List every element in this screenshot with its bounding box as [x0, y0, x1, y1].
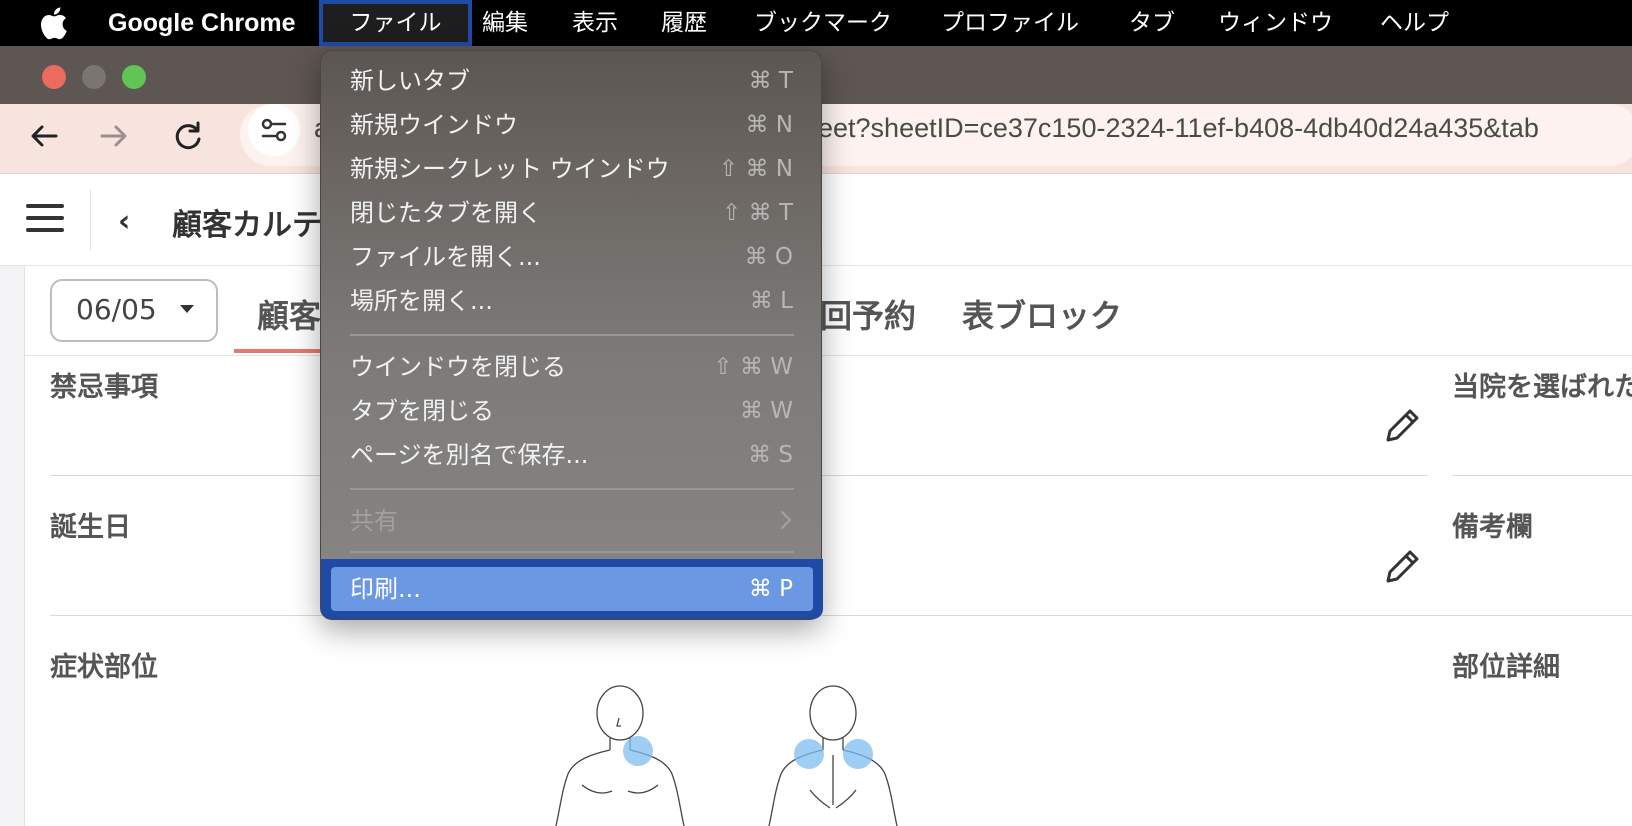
- menu-item-reopen-closed-tab[interactable]: 閉じたタブを開く ⇧ ⌘ T: [321, 194, 823, 234]
- symptom-marker[interactable]: [623, 736, 653, 766]
- body-front-figure: [555, 685, 685, 826]
- date-select[interactable]: 06/05: [50, 279, 218, 342]
- menu-item-close-window[interactable]: ウインドウを閉じる ⇧ ⌘ W: [321, 348, 823, 388]
- edit-pencil-icon[interactable]: [1382, 404, 1424, 446]
- tabs-divider: [25, 355, 1632, 356]
- menu-item-share: 共有: [321, 502, 823, 542]
- field-label-symptom-area: 症状部位: [50, 652, 158, 683]
- row-divider: [50, 615, 1632, 616]
- menu-edit[interactable]: 編集: [482, 6, 528, 40]
- back-chevron-icon[interactable]: ‹: [118, 204, 130, 239]
- menu-separator: [350, 551, 794, 553]
- page-title: 顧客カルテ: [172, 208, 322, 243]
- menu-item-new-tab[interactable]: 新しいタブ ⌘ T: [321, 62, 823, 102]
- forward-arrow-icon[interactable]: [96, 118, 132, 154]
- tab-table-block[interactable]: 表ブロック: [962, 291, 1122, 337]
- submenu-chevron-icon: [780, 510, 792, 530]
- menu-item-print-highlight: 印刷... ⌘ P: [321, 559, 823, 619]
- url-text[interactable]: eet?sheetID=ce37c150-2324-11ef-b408-4db4…: [818, 110, 1539, 146]
- menu-bookmarks[interactable]: ブックマーク: [754, 6, 892, 40]
- hamburger-menu-icon[interactable]: [26, 202, 64, 234]
- tab-customer[interactable]: 顧客: [257, 291, 321, 337]
- symptom-marker[interactable]: [843, 739, 873, 769]
- active-tab-indicator: [234, 349, 324, 353]
- edit-pencil-icon[interactable]: [1382, 545, 1424, 587]
- caret-down-icon: [180, 305, 194, 313]
- menu-view[interactable]: 表示: [572, 6, 618, 40]
- body-diagram[interactable]: [540, 685, 920, 826]
- menu-window[interactable]: ウィンドウ: [1218, 6, 1333, 40]
- tune-icon: [261, 118, 287, 142]
- reload-icon[interactable]: [170, 118, 206, 154]
- site-settings-button[interactable]: [248, 104, 300, 156]
- field-label-remarks: 備考欄: [1452, 512, 1533, 543]
- apple-logo-icon[interactable]: [38, 6, 68, 40]
- menu-item-new-incognito-window[interactable]: 新規シークレット ウインドウ ⇧ ⌘ N: [321, 150, 823, 190]
- date-select-value: 06/05: [76, 293, 157, 326]
- minimize-window-button[interactable]: [82, 65, 106, 89]
- tab-next-reservation[interactable]: 回予約: [820, 291, 916, 337]
- file-dropdown-menu: 新しいタブ ⌘ T 新規ウインドウ ⌘ N 新規シークレット ウインドウ ⇧ ⌘…: [320, 50, 823, 620]
- menu-history[interactable]: 履歴: [661, 6, 707, 40]
- menu-help[interactable]: ヘルプ: [1380, 6, 1449, 40]
- field-label-contraindications: 禁忌事項: [50, 372, 158, 403]
- app-name-menu[interactable]: Google Chrome: [108, 7, 296, 39]
- menu-item-open-location[interactable]: 場所を開く... ⌘ L: [321, 282, 823, 322]
- close-window-button[interactable]: [42, 65, 66, 89]
- macos-menu-bar: Google Chrome ファイル 編集 表示 履歴 ブックマーク プロファイ…: [0, 0, 1632, 46]
- menu-item-save-page-as[interactable]: ページを別名で保存... ⌘ S: [321, 436, 823, 476]
- menu-item-print[interactable]: 印刷... ⌘ P: [331, 567, 813, 611]
- menu-item-close-tab[interactable]: タブを閉じる ⌘ W: [321, 392, 823, 432]
- left-rail: [0, 266, 25, 826]
- row-divider: [1452, 475, 1632, 476]
- back-arrow-icon[interactable]: [26, 118, 62, 154]
- menu-file[interactable]: ファイル: [319, 0, 472, 46]
- menu-separator: [350, 334, 794, 336]
- menu-separator: [350, 488, 794, 490]
- field-label-reason-chosen: 当院を選ばれた: [1452, 372, 1632, 403]
- field-label-area-detail: 部位詳細: [1452, 652, 1560, 683]
- symptom-marker[interactable]: [794, 739, 824, 769]
- menu-tabs[interactable]: タブ: [1129, 6, 1175, 40]
- menu-item-new-window[interactable]: 新規ウインドウ ⌘ N: [321, 106, 823, 146]
- field-label-birthday: 誕生日: [50, 512, 131, 543]
- menu-profile[interactable]: プロファイル: [941, 6, 1079, 40]
- header-divider: [90, 190, 91, 250]
- zoom-window-button[interactable]: [122, 65, 146, 89]
- menu-item-open-file[interactable]: ファイルを開く... ⌘ O: [321, 238, 823, 278]
- body-back-figure: [768, 685, 898, 826]
